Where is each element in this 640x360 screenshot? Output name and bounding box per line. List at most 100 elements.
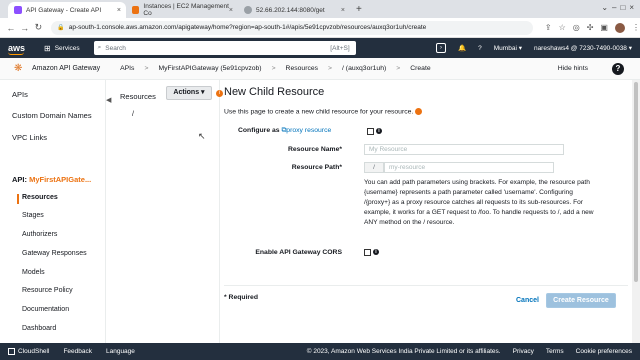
nav-custom-domain-names[interactable]: Custom Domain Names bbox=[12, 111, 92, 120]
nav-models[interactable]: Models bbox=[22, 269, 45, 276]
nav-apis[interactable]: APIs bbox=[12, 90, 28, 99]
menu-dots-icon[interactable]: ⋮ bbox=[632, 23, 640, 32]
info-icon[interactable]: i bbox=[376, 128, 382, 134]
hint-icon[interactable]: i bbox=[216, 90, 223, 97]
resource-path-prefix: / bbox=[364, 162, 384, 173]
back-button[interactable]: ← bbox=[4, 23, 18, 33]
breadcrumb-separator: > bbox=[144, 65, 149, 72]
hint-icon[interactable] bbox=[415, 108, 423, 115]
breadcrumb-apis[interactable]: APIs bbox=[120, 65, 134, 72]
cookie-preferences-link[interactable]: Cookie preferences bbox=[576, 348, 632, 355]
new-tab-button[interactable]: + bbox=[350, 4, 368, 18]
feedback-link[interactable]: Feedback bbox=[63, 348, 92, 355]
proxy-resource-link[interactable]: proxy resource bbox=[286, 127, 331, 134]
service-name[interactable]: Amazon API Gateway bbox=[32, 65, 100, 72]
close-tab-icon[interactable]: × bbox=[341, 7, 345, 14]
nav-resources[interactable]: Resources bbox=[22, 194, 58, 201]
reload-button[interactable]: ↻ bbox=[32, 22, 46, 33]
info-icon[interactable]: i bbox=[373, 249, 379, 255]
proxy-label-prefix: Configure as bbox=[238, 127, 280, 134]
browser-toolbar-icons: ⇪ ☆ ◎ ✣ ▣ ⋮ bbox=[545, 22, 640, 33]
resource-name-label: Resource Name* bbox=[287, 146, 342, 153]
copyright-text: © 2023, Amazon Web Services India Privat… bbox=[306, 348, 501, 355]
maximize-icon[interactable]: □ bbox=[620, 3, 625, 12]
aws-top-right: › 🔔 ? Mumbai ▾ nareshaws4 @ 7230-7490-00… bbox=[436, 43, 632, 53]
help-icon[interactable]: ? bbox=[612, 63, 624, 75]
profile-avatar[interactable] bbox=[614, 22, 625, 33]
cancel-button[interactable]: Cancel bbox=[516, 297, 539, 304]
nav-vpc-links[interactable]: VPC Links bbox=[12, 133, 47, 142]
nav-dashboard[interactable]: Dashboard bbox=[22, 325, 56, 332]
privacy-link[interactable]: Privacy bbox=[513, 348, 534, 355]
share-icon[interactable]: ⇪ bbox=[545, 23, 552, 32]
search-shortcut: [Alt+S] bbox=[330, 44, 350, 52]
breadcrumb-api-name[interactable]: MyFirstAPIGateway (5e91cpvzob) bbox=[158, 65, 261, 72]
terms-link[interactable]: Terms bbox=[546, 348, 564, 355]
puzzle-icon[interactable]: ✣ bbox=[587, 23, 594, 32]
search-input[interactable]: ⌕ Search [Alt+S] bbox=[93, 41, 356, 55]
tab-api-gateway[interactable]: API Gateway - Create API × bbox=[8, 2, 126, 18]
required-note: * Required bbox=[224, 294, 258, 301]
tab-ip-get[interactable]: 52.66.202.144:8080/get × bbox=[238, 2, 350, 18]
cloudshell-icon bbox=[8, 347, 15, 355]
nav-stages[interactable]: Stages bbox=[22, 212, 44, 219]
actions-dropdown[interactable]: Actions ▾ bbox=[166, 86, 212, 100]
lock-icon[interactable]: 🔒 bbox=[57, 24, 64, 31]
forward-button[interactable]: → bbox=[18, 23, 32, 33]
grid-icon: ⊞ bbox=[44, 43, 51, 53]
nav-authorizers[interactable]: Authorizers bbox=[22, 231, 57, 238]
api-name[interactable]: MyFirstAPIGate... bbox=[29, 175, 91, 184]
url-text: ap-south-1.console.aws.amazon.com/apigat… bbox=[68, 24, 427, 31]
resources-panel: Resources Actions ▾ / ↖ bbox=[114, 80, 220, 343]
resource-path-input[interactable]: my-resource bbox=[384, 162, 554, 173]
tab-label: Instances | EC2 Management Co bbox=[143, 3, 229, 17]
url-field[interactable]: 🔒 ap-south-1.console.aws.amazon.com/apig… bbox=[51, 20, 533, 35]
cloudshell-icon[interactable]: › bbox=[436, 43, 447, 53]
ec2-favicon-icon bbox=[132, 6, 140, 14]
menu-hamburger-icon[interactable]: ❋ bbox=[14, 63, 26, 75]
page-title: New Child Resource bbox=[224, 86, 325, 98]
search-icon: ⌕ bbox=[97, 44, 102, 51]
nav-resource-policy[interactable]: Resource Policy bbox=[22, 287, 73, 294]
nav-documentation[interactable]: Documentation bbox=[22, 306, 69, 313]
path-help-text: You can add path parameters using bracke… bbox=[364, 178, 614, 228]
page-scrollbar[interactable] bbox=[632, 80, 640, 343]
resource-name-input[interactable]: My Resource bbox=[364, 144, 564, 155]
chevron-down-icon[interactable]: ⌄ bbox=[601, 3, 608, 12]
help-circle-icon[interactable]: ? bbox=[478, 45, 482, 52]
create-resource-button[interactable]: Create Resource bbox=[546, 293, 616, 308]
extension-icon[interactable]: ◎ bbox=[573, 23, 580, 32]
region-selector[interactable]: Mumbai ▾ bbox=[494, 44, 522, 52]
nav-gateway-responses[interactable]: Gateway Responses bbox=[22, 250, 87, 257]
bell-icon[interactable]: 🔔 bbox=[458, 44, 466, 52]
bookmark-star-icon[interactable]: ☆ bbox=[559, 23, 566, 32]
intro-sentence: Use this page to create a new child reso… bbox=[224, 108, 414, 116]
cloudshell-link[interactable]: CloudShell bbox=[8, 347, 49, 355]
close-window-icon[interactable]: × bbox=[629, 3, 634, 12]
minimize-icon[interactable]: – bbox=[612, 3, 616, 12]
new-child-resource-form: New Child Resource Use this page to crea… bbox=[224, 80, 628, 343]
proxy-resource-checkbox[interactable] bbox=[367, 128, 374, 135]
breadcrumb-root[interactable]: / (auxq3or1uh) bbox=[342, 65, 386, 72]
collapse-nav-icon[interactable]: ◀ bbox=[106, 96, 111, 104]
breadcrumb-separator: > bbox=[396, 65, 401, 72]
root-resource[interactable]: / bbox=[132, 111, 134, 118]
help-line: example, it works for a GET request to /… bbox=[364, 209, 594, 216]
help-line: You can add path parameters using bracke… bbox=[364, 179, 590, 186]
breadcrumb-create: Create bbox=[410, 65, 431, 72]
aws-top-bar: aws ⊞ Services ⌕ Search [Alt+S] › 🔔 ? Mu… bbox=[0, 38, 640, 58]
hide-hints-link[interactable]: Hide hints bbox=[558, 65, 588, 72]
sidepanel-icon[interactable]: ▣ bbox=[600, 23, 608, 32]
close-tab-icon[interactable]: × bbox=[229, 7, 233, 14]
help-line: {username} represents a path parameter c… bbox=[364, 189, 573, 196]
browser-tab-bar: API Gateway - Create API × Instances | E… bbox=[0, 0, 640, 18]
scrollbar-thumb[interactable] bbox=[634, 82, 638, 282]
close-tab-icon[interactable]: × bbox=[117, 7, 121, 14]
aws-logo[interactable]: aws bbox=[8, 43, 30, 55]
cors-checkbox[interactable] bbox=[364, 249, 371, 256]
tab-ec2-instances[interactable]: Instances | EC2 Management Co × bbox=[126, 2, 238, 18]
language-link[interactable]: Language bbox=[106, 348, 135, 355]
account-menu[interactable]: nareshaws4 @ 7230-7490-0038 ▾ bbox=[534, 44, 632, 52]
breadcrumb-resources[interactable]: Resources bbox=[286, 65, 319, 72]
services-menu[interactable]: ⊞ Services bbox=[44, 44, 80, 53]
